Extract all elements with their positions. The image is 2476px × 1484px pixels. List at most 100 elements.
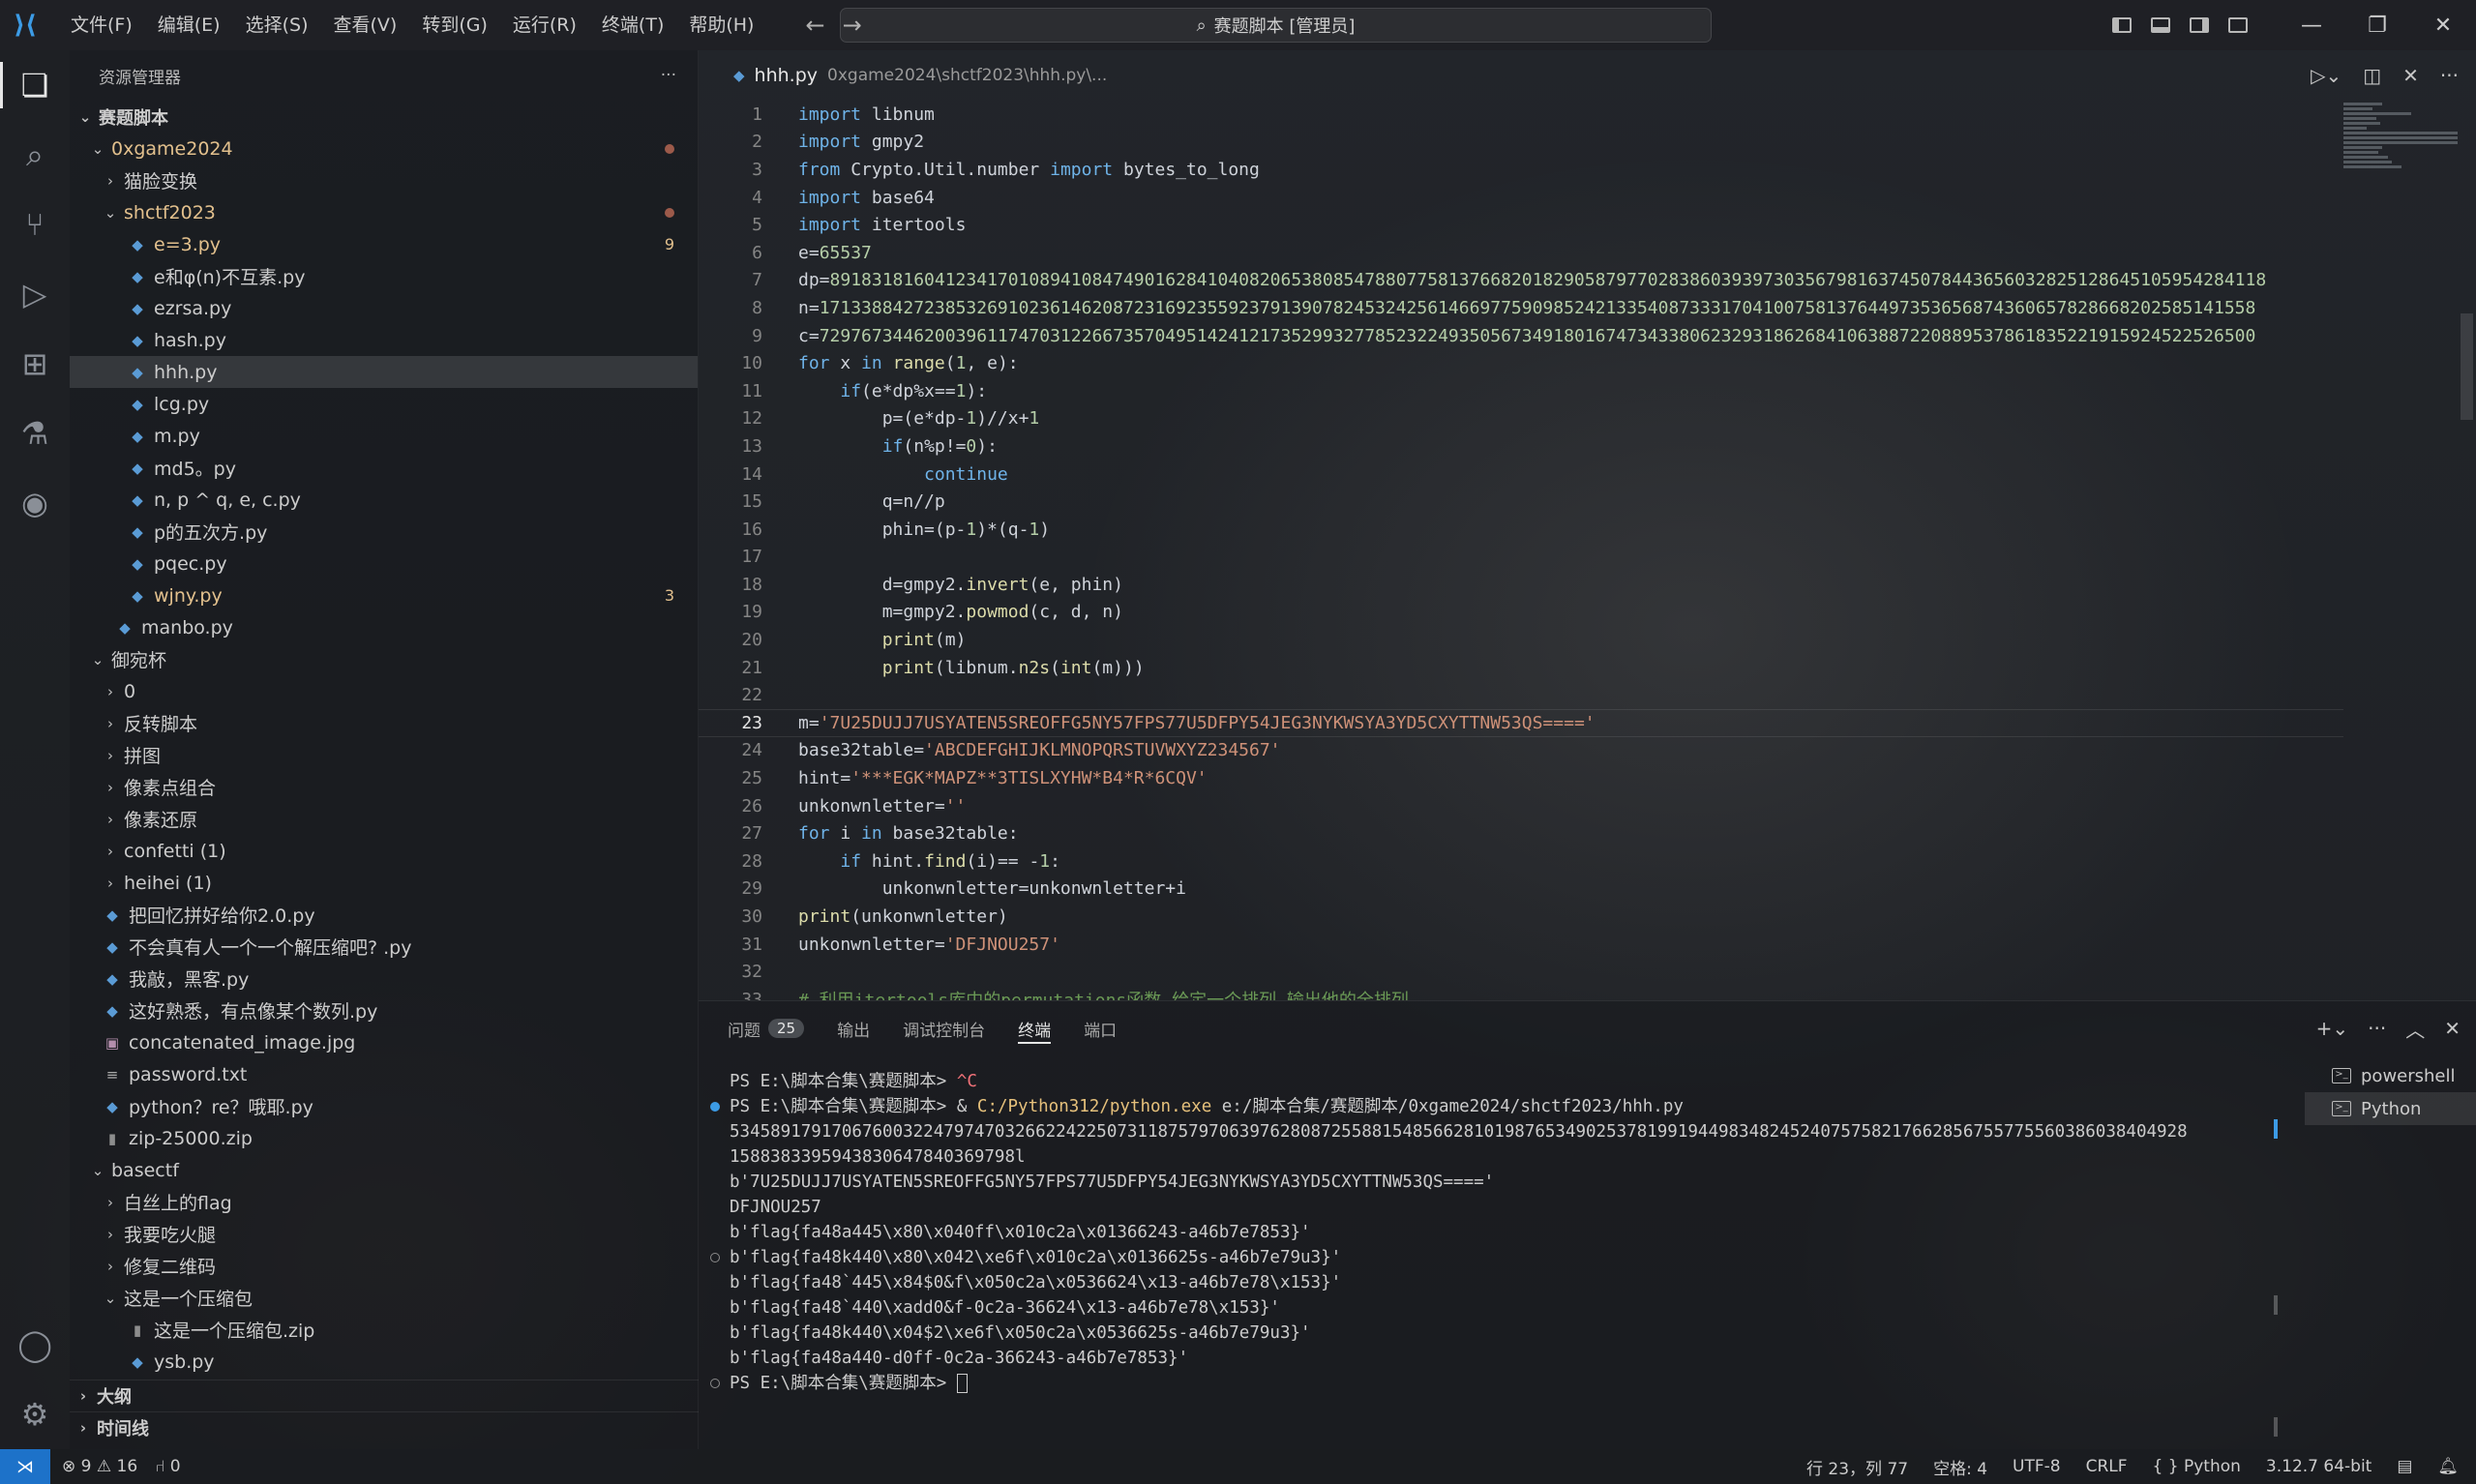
layout-icon[interactable]: ▤ bbox=[2397, 1457, 2412, 1476]
end-of-line[interactable]: CRLF bbox=[2086, 1457, 2128, 1476]
code-line[interactable]: 33 # 利用itertools库中的permutations函数 给定一个排列 … bbox=[699, 986, 2343, 1000]
tree-folder[interactable]: › 像素点组合 bbox=[70, 771, 698, 803]
tree-folder[interactable]: › 修复二维码 bbox=[70, 1250, 698, 1282]
code-line[interactable]: 28 if hint.find(i)== -1: bbox=[699, 847, 2343, 876]
code-line[interactable]: 21 print(libnum.n2s(int(m))) bbox=[699, 654, 2343, 682]
tree-folder[interactable]: › 像素还原 bbox=[70, 803, 698, 835]
tree-folder[interactable]: ⌄ 这是一个压缩包 bbox=[70, 1282, 698, 1314]
new-terminal-icon[interactable]: +⌄ bbox=[2316, 1017, 2349, 1040]
tree-folder[interactable]: › 0 bbox=[70, 675, 698, 707]
tree-file[interactable]: ◆ lcg.py bbox=[70, 388, 698, 420]
menu-go[interactable]: 转到(G) bbox=[409, 0, 500, 50]
remote-indicator-icon[interactable]: ⋊ bbox=[0, 1449, 50, 1484]
tree-file[interactable]: ◆ hhh.py bbox=[70, 356, 698, 388]
tree-folder[interactable]: › 猫脸变换 bbox=[70, 164, 698, 196]
testing-icon[interactable]: ⚗ bbox=[0, 399, 70, 468]
remote-explorer-icon[interactable]: ◉ bbox=[0, 468, 70, 538]
tree-folder[interactable]: ⌄ 御宛杯 bbox=[70, 643, 698, 675]
language-mode[interactable]: { } Python bbox=[2153, 1457, 2241, 1476]
code-line[interactable]: 10 for x in range(1, e): bbox=[699, 349, 2343, 377]
menu-selection[interactable]: 选择(S) bbox=[233, 0, 321, 50]
code-line[interactable]: 9 c=7297673446200396117470312266735704951… bbox=[699, 322, 2343, 350]
code-line[interactable]: 18 d=gmpy2.invert(e, phin) bbox=[699, 571, 2343, 599]
outline-section[interactable]: › 大纲 bbox=[70, 1380, 699, 1411]
restore-icon[interactable]: ❐ bbox=[2344, 0, 2410, 50]
code-line[interactable]: 30 print(unkonwnletter) bbox=[699, 903, 2343, 931]
tab-hhh-py[interactable]: ◆ hhh.py 0xgame2024\shctf2023\hhh.py\... bbox=[699, 50, 1107, 101]
menu-file[interactable]: 文件(F) bbox=[58, 0, 145, 50]
code-line[interactable]: 31 unkonwnletter='DFJNOU257' bbox=[699, 931, 2343, 959]
accounts-icon[interactable]: ◯ bbox=[0, 1310, 70, 1380]
tree-file[interactable]: ◆ python？re？哦耶.py bbox=[70, 1090, 698, 1122]
tree-file[interactable]: ◆ e和φ(n)不互素.py bbox=[70, 260, 698, 292]
code-line[interactable]: 13 if(n%p!=0): bbox=[699, 432, 2343, 460]
code-line[interactable]: 15 q=n//p bbox=[699, 488, 2343, 516]
minimap[interactable] bbox=[2343, 101, 2458, 217]
tree-file[interactable]: ◆ wjny.py 3 bbox=[70, 579, 698, 611]
tree-file[interactable]: ◆ 把回忆拼好给你2.0.py bbox=[70, 899, 698, 931]
tree-file[interactable]: ◆ ezrsa.py bbox=[70, 292, 698, 324]
code-line[interactable]: 26 unkonwnletter='' bbox=[699, 792, 2343, 820]
code-editor[interactable]: 1 import libnum 2 import gmpy2 3 from Crypto.… bbox=[699, 101, 2343, 1000]
code-line[interactable]: 3 from Crypto.Util.number import bytes_to… bbox=[699, 156, 2343, 184]
terminal-item-powershell[interactable]: >_ powershell bbox=[2305, 1059, 2476, 1092]
code-line[interactable]: 4 import base64 bbox=[699, 184, 2343, 212]
menu-view[interactable]: 查看(V) bbox=[321, 0, 410, 50]
code-line[interactable]: 2 import gmpy2 bbox=[699, 129, 2343, 157]
code-line[interactable]: 23 m='7U25DUJJ7USYATEN5SREOFFG5NY57FPS77U… bbox=[699, 709, 2343, 737]
tree-file[interactable]: ◆ 这好熟悉，有点像某个数列.py bbox=[70, 994, 698, 1026]
ports-status[interactable]: ⑁ 0 bbox=[155, 1457, 180, 1476]
minimize-icon[interactable]: — bbox=[2279, 0, 2344, 50]
close-panel-icon[interactable]: ✕ bbox=[2444, 1017, 2461, 1040]
tree-file[interactable]: ◆ e=3.py 9 bbox=[70, 228, 698, 260]
tab-ports[interactable]: 端口 bbox=[1084, 1001, 1117, 1055]
tree-folder[interactable]: › 白丝上的flag bbox=[70, 1186, 698, 1218]
code-line[interactable]: 6 e=65537 bbox=[699, 239, 2343, 267]
toggle-secondary-sidebar-icon[interactable] bbox=[2180, 0, 2219, 50]
code-line[interactable]: 12 p=(e*dp-1)//x+1 bbox=[699, 405, 2343, 433]
problems-status[interactable]: ⊗ 9 ⚠ 16 bbox=[62, 1457, 137, 1476]
menu-help[interactable]: 帮助(H) bbox=[676, 0, 766, 50]
tree-folder[interactable]: ⌄ basectf bbox=[70, 1154, 698, 1186]
editor-scrollbar[interactable] bbox=[2458, 101, 2476, 1000]
code-line[interactable]: 7 dp=891831816041234170108941084749016284… bbox=[699, 267, 2343, 295]
code-line[interactable]: 17 bbox=[699, 544, 2343, 572]
tree-folder[interactable]: › confetti (1) bbox=[70, 835, 698, 867]
command-center-search[interactable]: ⌕ 赛题脚本 [管理员] bbox=[840, 8, 1712, 43]
tree-file[interactable]: ◆ manbo.py bbox=[70, 611, 698, 643]
tree-file[interactable]: ▮ 这是一个压缩包.zip bbox=[70, 1314, 698, 1346]
menu-edit[interactable]: 编辑(E) bbox=[145, 0, 233, 50]
settings-gear-icon[interactable]: ⚙ bbox=[0, 1380, 70, 1449]
search-view-icon[interactable]: ⌕ bbox=[0, 120, 70, 190]
toggle-primary-sidebar-icon[interactable] bbox=[2103, 0, 2141, 50]
tree-folder[interactable]: › 拼图 bbox=[70, 739, 698, 771]
tree-file[interactable]: ≡ password.txt bbox=[70, 1058, 698, 1090]
run-python-file-icon[interactable]: ▷⌄ bbox=[2311, 64, 2342, 87]
tree-file[interactable]: ◆ pqec.py bbox=[70, 548, 698, 579]
code-line[interactable]: 5 import itertools bbox=[699, 211, 2343, 239]
customize-layout-icon[interactable] bbox=[2219, 0, 2257, 50]
timeline-section[interactable]: › 时间线 bbox=[70, 1411, 699, 1443]
explorer-more-actions-icon[interactable]: ··· bbox=[661, 66, 676, 85]
tree-file[interactable]: ◆ 不会真有人一个一个解压缩吧? .py bbox=[70, 931, 698, 963]
encoding[interactable]: UTF-8 bbox=[2013, 1457, 2061, 1476]
maximize-panel-icon[interactable]: ︿ bbox=[2405, 1015, 2425, 1043]
code-line[interactable]: 19 m=gmpy2.powmod(c, d, n) bbox=[699, 599, 2343, 627]
toggle-panel-icon[interactable] bbox=[2141, 0, 2180, 50]
code-line[interactable]: 32 bbox=[699, 958, 2343, 986]
indentation[interactable]: 空格: 4 bbox=[1933, 1455, 1987, 1479]
command-marker-icon[interactable] bbox=[710, 1379, 720, 1388]
panel-more-actions-icon[interactable]: ··· bbox=[2368, 1017, 2386, 1040]
tree-file[interactable]: ◆ n, p ^ q, e, c.py bbox=[70, 484, 698, 516]
notifications-bell-icon[interactable]: 🔔︎ bbox=[2437, 1457, 2459, 1476]
cursor-position[interactable]: 行 23，列 77 bbox=[1806, 1455, 1908, 1479]
explorer-icon[interactable]: ❏ bbox=[0, 50, 70, 120]
split-editor-icon[interactable]: ◫ bbox=[2363, 64, 2381, 87]
tree-file[interactable]: ◆ m.py bbox=[70, 420, 698, 452]
tree-file[interactable]: ◆ ysb.py bbox=[70, 1346, 698, 1378]
tree-folder[interactable]: ⌄ 赛题脚本 bbox=[70, 101, 698, 133]
close-window-icon[interactable]: ✕ bbox=[2410, 0, 2476, 50]
command-success-dot-icon[interactable] bbox=[710, 1102, 720, 1112]
tree-file[interactable]: ◆ p的五次方.py bbox=[70, 516, 698, 548]
tab-debug-console[interactable]: 调试控制台 bbox=[903, 1001, 985, 1055]
